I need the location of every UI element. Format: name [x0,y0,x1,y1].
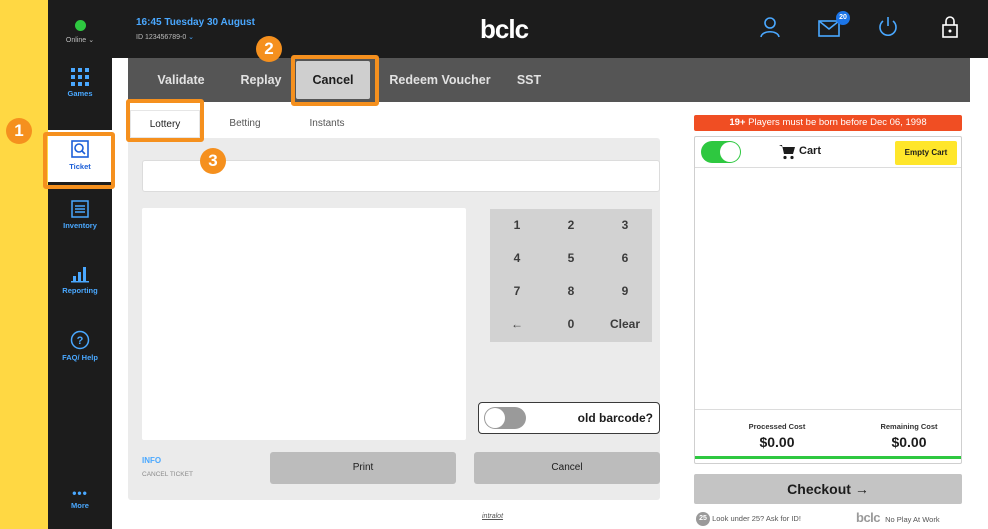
toggle-knob [720,142,740,162]
status-line [695,456,961,459]
online-status[interactable]: Online ⌄ [48,20,112,44]
age-banner-text: Players must be born before Dec 06, 1998 [745,117,927,128]
arrow-right-icon: → [854,481,869,497]
inventory-icon [71,200,89,218]
callout-highlight-lottery-tab [126,99,204,142]
old-barcode-label: old barcode? [577,411,653,425]
lock-icon[interactable] [940,16,960,38]
intralot-logo: intralot [482,513,504,520]
cart-panel: Cart Empty Cart Processed Cost $0.00 Rem… [694,136,962,464]
cart-toggle[interactable] [701,141,741,163]
age-25-badge-icon: 25 [696,512,710,526]
power-icon[interactable] [877,16,899,38]
more-dots-icon: ••• [72,486,88,500]
cancel-button[interactable]: Cancel [474,452,660,484]
key-7[interactable]: 7 [490,275,544,308]
cart-header: Cart Empty Cart [695,137,961,168]
key-8[interactable]: 8 [544,275,598,308]
sidebar-item-inventory[interactable]: Inventory [48,200,112,230]
callout-badge: 2 [256,36,282,62]
age-banner-prefix: 19+ [729,117,746,128]
info-text: CANCEL TICKET [142,471,193,478]
sidebar-item-label: More [71,501,89,510]
id-notice-text: Look under 25? Ask for ID! [712,513,801,523]
tab-replay[interactable]: Replay [226,58,296,102]
key-6[interactable]: 6 [598,242,652,275]
online-status-dot [74,20,86,31]
key-1[interactable]: 1 [490,209,544,242]
nav-tabs: Validate Replay Cancel Redeem Voucher SS… [128,58,970,102]
chevron-down-icon: ⌄ [188,34,195,41]
sidebar-item-games[interactable]: Games [48,68,112,98]
sidebar: Online ⌄ Games Ticket Inventory Reportin… [48,0,112,529]
ticket-details-area [142,208,466,440]
checkout-label: Checkout [787,481,851,497]
cart-title: Cart [799,145,822,157]
cost-summary: Processed Cost $0.00 Remaining Cost $0.0… [695,409,961,459]
remaining-cost-label: Remaining Cost [880,422,938,431]
no-play-notice: bclc No Play At Work [856,510,940,525]
backspace-key[interactable]: ← [490,308,544,341]
callout-badge: 3 [200,148,226,174]
info-title: INFO [142,456,162,465]
key-2[interactable]: 2 [544,209,598,242]
no-play-text: No Play At Work [885,515,940,524]
sidebar-item-label: Reporting [62,286,98,295]
toggle-knob [485,408,505,428]
sidebar-item-label: FAQ/ Help [62,353,98,362]
sidebar-item-label: Inventory [63,221,97,230]
subtab-instants[interactable]: Instants [292,110,362,138]
old-barcode-toggle[interactable]: old barcode? [478,402,660,434]
toggle-switch[interactable] [484,407,526,429]
key-9[interactable]: 9 [598,275,652,308]
help-icon: ? [70,330,90,350]
svg-text:?: ? [77,335,84,347]
brand-logo: bclc [480,14,529,44]
keypad: 1 2 3 4 5 6 7 8 9 ← 0 Clear [490,209,652,342]
tab-validate[interactable]: Validate [142,58,220,102]
empty-cart-button[interactable]: Empty Cart [895,141,957,165]
terminal-id[interactable]: ID 123456789-0 ⌄ [136,33,194,41]
tab-sst[interactable]: SST [504,58,554,102]
bclc-mini-logo: bclc [856,510,881,525]
key-3[interactable]: 3 [598,209,652,242]
app-frame: Online ⌄ Games Ticket Inventory Reportin… [48,0,988,529]
sidebar-item-help[interactable]: ? FAQ/ Help [48,330,112,362]
id-notice: 25 Look under 25? Ask for ID! [696,512,801,526]
checkout-button[interactable]: Checkout → [694,474,962,504]
mail-count-badge: 20 [836,11,850,25]
key-0[interactable]: 0 [544,308,598,341]
user-icon[interactable] [759,16,781,38]
header-datetime: 16:45 Tuesday 30 August [136,17,255,28]
key-5[interactable]: 5 [544,242,598,275]
print-button[interactable]: Print [270,452,456,484]
header: 16:45 Tuesday 30 August ID 123456789-0 ⌄… [112,0,988,58]
clear-key[interactable]: Clear [598,308,652,341]
subtab-betting[interactable]: Betting [210,110,280,138]
callout-highlight-ticket [43,132,115,189]
sidebar-item-label: Games [67,89,93,98]
processed-cost-label: Processed Cost [748,422,806,431]
sidebar-item-reporting[interactable]: Reporting [48,265,112,295]
online-status-label: Online [65,37,87,44]
age-restriction-banner: 19+ Players must be born before Dec 06, … [694,115,962,131]
callout-badge: 1 [6,118,32,144]
processed-cost-value: $0.00 [759,434,795,450]
remaining-cost-value: $0.00 [891,434,927,450]
cart-icon [779,145,795,160]
callout-highlight-cancel-tab [291,55,379,106]
cancel-panel: 1 2 3 4 5 6 7 8 9 ← 0 Clear old barcode?… [128,138,660,500]
tab-redeem-voucher[interactable]: Redeem Voucher [378,58,502,102]
key-4[interactable]: 4 [490,242,544,275]
terminal-id-label: ID 123456789-0 [136,34,187,41]
chevron-down-icon: ⌄ [88,37,95,44]
sidebar-item-more[interactable]: ••• More [48,486,112,510]
bar-chart-icon [71,267,89,283]
grid-icon [71,68,89,86]
